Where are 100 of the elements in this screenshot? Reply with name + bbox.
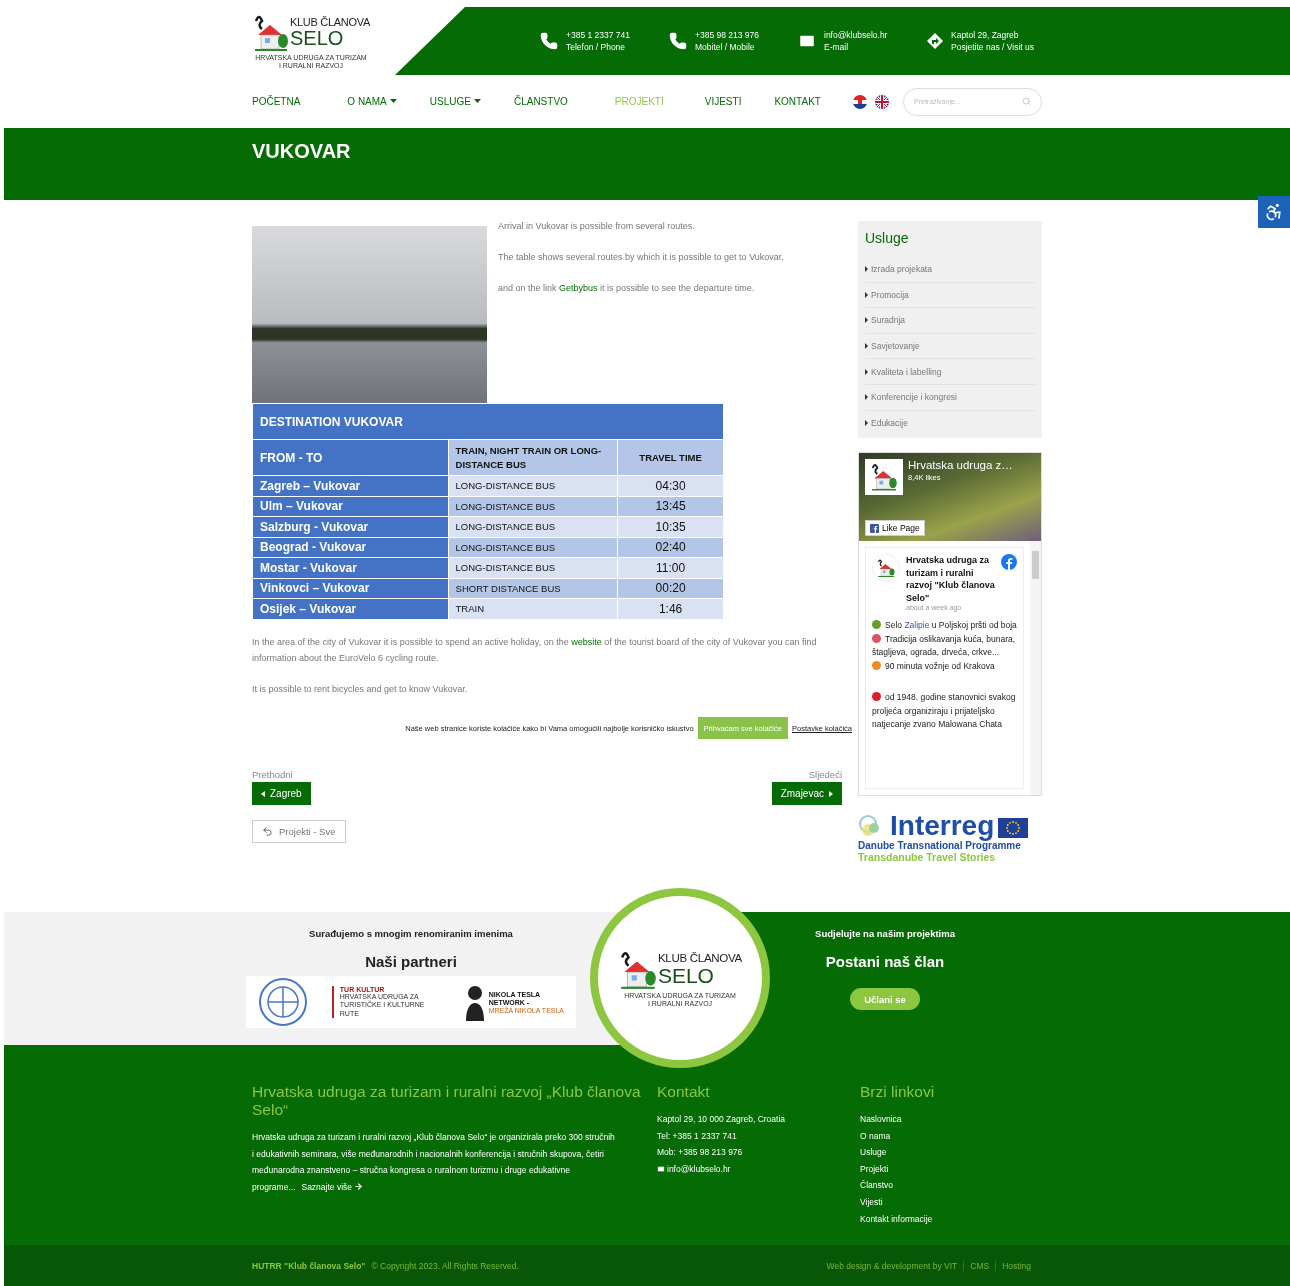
nav-link[interactable]: USLUGE — [429, 96, 481, 107]
mail-icon — [657, 1164, 665, 1173]
contact-label: Posjetite nas / Visit us — [951, 41, 1034, 53]
eu-flag-icon — [998, 818, 1029, 841]
contact-value: +385 98 213 976 — [695, 29, 760, 41]
column-header: FROM - TO — [252, 439, 449, 476]
body-paragraph: It is possible to rent bicycles and get to know Vukovar. — [252, 682, 469, 696]
accessibility-icon — [1264, 201, 1284, 223]
footer-link[interactable]: CMS — [963, 1260, 996, 1271]
table-cell: Vinkovci – Vukovar — [252, 578, 449, 599]
post-author[interactable]: Hrvatska udruga za turizam i ruralni razvoj "Klub članova Selo" — [906, 554, 995, 605]
previous-button[interactable]: Zagreb — [252, 782, 311, 805]
interreg-name: Interreg — [890, 812, 995, 841]
sidebar-link[interactable]: Izrada projekata — [865, 256, 1035, 282]
post-text: od 1948. godine stanovnici svakog proljeća organiziraju i prijateljsko natjecanje zvano Malowana Chata — [872, 691, 1017, 732]
intro-text: and on the link Getbybus it is possible to see the departure time. — [498, 283, 756, 294]
accessibility-button[interactable] — [1258, 196, 1290, 228]
contact-value: info@klubselo.hr — [824, 29, 888, 41]
phone-icon — [540, 32, 558, 50]
table-cell: Zagreb – Vukovar — [252, 475, 449, 496]
like-page-button[interactable]: Like Page — [865, 520, 925, 537]
quick-link[interactable]: Članstvo — [860, 1177, 1040, 1194]
intro-text: Arrival in Vukovar is possible from several routes. — [498, 221, 696, 232]
contact-value: +385 1 2337 741 — [566, 29, 631, 41]
intro-text: The table shows several routes by which it is possible to get to Vukovar, — [498, 252, 784, 263]
partners-title: Naši partneri — [365, 953, 457, 970]
portrait-silhouette-icon — [463, 983, 486, 1021]
footer-heading: Hrvatska udruga za turizam i ruralni razvoj „Klub članova Selo“ — [252, 1083, 642, 1119]
table-cell: Ulm – Vukovar — [252, 496, 449, 517]
column-header: TRAIN, NIGHT TRAIN OR LONG-DISTANCE BUS — [448, 439, 618, 476]
phone-icon — [669, 32, 687, 50]
panel-title: Usluge — [865, 230, 910, 246]
post-text: 90 minuta vožnje od Krakova — [872, 659, 1017, 674]
house-logo-icon — [876, 558, 896, 579]
about-text: Hrvatska udruga za turizam i ruralni razvoj „Klub članova Selo“ je organizirala preko 300 stručnih i edukativnih seminara, više međunarodnih i nacionalnih konferencija i stručnih skupova, četiri međunarodna znanstveno – stručna kongresa o ruralnom turizmu i druge edukativne programe... Saznajte više — [252, 1131, 616, 1194]
table-cell: Salzburg - Vukovar — [252, 516, 449, 537]
body-paragraph: In the area of the city of Vukovar it is possible to spend an active holiday, on the website of the tourist board of the city of Vukovar you can find information about the EuroVelo 6 cycling route. — [252, 635, 818, 665]
sidebar-link[interactable]: Suradnja — [865, 307, 1035, 333]
sidebar-link[interactable]: Savjetovanje — [865, 332, 1035, 359]
previous-label: Prethodni — [252, 769, 293, 780]
contact-label: Telefon / Phone — [566, 41, 627, 53]
table-cell: Osijek – Vukovar — [252, 598, 449, 619]
post-text: Selo Zalipie u Poljskoj pršti od boja — [872, 619, 1017, 633]
footer-link[interactable]: Hosting — [995, 1260, 1037, 1271]
facebook-icon — [870, 523, 879, 533]
footer-heading: Brzi linkovi — [860, 1083, 936, 1101]
project-name: Transdanube Travel Stories — [858, 851, 997, 864]
direction-sign-icon — [927, 33, 943, 49]
copyright-text: © Copyright 2023. All Rights Reserved. — [371, 1260, 519, 1271]
mail-icon — [798, 32, 816, 50]
sidebar-link[interactable]: Kvaliteta i labelling — [865, 358, 1035, 384]
contact-value: Kaptol 29, Zagreb — [951, 29, 1020, 41]
arrow-right-icon — [354, 1181, 364, 1191]
partners-subtitle: Surađujemo s mnogim renomiranim imenima — [309, 928, 513, 939]
college-seal-icon — [257, 977, 308, 1027]
email-link[interactable]: info@klubselo.hr — [657, 1160, 860, 1178]
contact-line: Mob: +385 98 213 976 — [657, 1146, 744, 1160]
sidebar-link[interactable]: Edukacije — [865, 409, 1035, 436]
join-title: Postani naš član — [825, 953, 945, 970]
table-cell: Mostar - Vukovar — [252, 557, 449, 578]
quick-link[interactable]: Vijesti — [860, 1193, 1040, 1211]
contact-line: Kaptol 29, 10 000 Zagreb, Croatia — [657, 1113, 787, 1126]
sidebar-link[interactable]: Konferencije i kongresi — [865, 383, 1035, 410]
nav-link[interactable]: ČLANSTVO — [513, 96, 568, 107]
contact-label: Mobitel / Mobile — [695, 41, 756, 53]
all-projects-button[interactable]: Projekti - Sve — [252, 820, 346, 843]
quick-link[interactable]: O nama — [860, 1127, 1040, 1145]
table-title: DESTINATION VUKOVAR — [252, 403, 724, 440]
next-label: Sljedeći — [808, 769, 842, 780]
footer-brand: HUTRR "Klub članova Selo" — [252, 1260, 366, 1271]
post-text: Tradicija oslikavanja kuća, bunara, štagljeva, ograda, drveća, crkve... — [872, 632, 1017, 660]
programme-name: Danube Transnational Programme — [858, 840, 1022, 852]
nav-link[interactable]: O NAMA — [347, 96, 397, 107]
read-more-link[interactable]: Saznajte više — [301, 1181, 364, 1192]
nav-link[interactable]: VIJESTI — [704, 96, 742, 107]
croatian-flag-icon[interactable] — [853, 94, 867, 109]
quick-link[interactable]: Projekti — [860, 1160, 1040, 1178]
footer-link[interactable]: Web design & development by VIT — [820, 1260, 964, 1271]
quick-link[interactable]: Kontakt informacije — [860, 1210, 1040, 1228]
facebook-page-name[interactable]: Hrvatska udruga z… — [908, 459, 1013, 472]
next-button[interactable]: Zmajevac — [771, 782, 842, 805]
table-cell: Beograd - Vukovar — [252, 537, 449, 558]
nav-link[interactable]: KONTAKT — [774, 96, 821, 107]
quick-link[interactable]: Usluge — [860, 1144, 1040, 1161]
place-link[interactable]: Zalipie — [904, 620, 930, 631]
nav-link[interactable]: POČETNA — [252, 96, 301, 107]
column-header: TRAVEL TIME — [617, 439, 724, 476]
footer-heading: Kontakt — [657, 1083, 711, 1101]
back-arrow-icon — [262, 826, 273, 837]
contact-label: E-mail — [824, 41, 850, 53]
sidebar-link[interactable]: Promocija — [865, 281, 1035, 308]
join-subtitle: Sudjelujte na našim projektima — [815, 928, 955, 939]
page-title: VUKOVAR — [252, 139, 351, 163]
house-logo-icon — [869, 462, 899, 493]
quick-link[interactable]: Naslovnica — [860, 1111, 1040, 1128]
uk-flag-icon[interactable] — [875, 94, 889, 109]
facebook-icon — [1001, 554, 1017, 571]
scrollbar[interactable] — [1030, 541, 1041, 796]
website-link[interactable]: website — [571, 636, 602, 647]
contact-line: Tel: +385 1 2337 741 — [657, 1129, 738, 1143]
